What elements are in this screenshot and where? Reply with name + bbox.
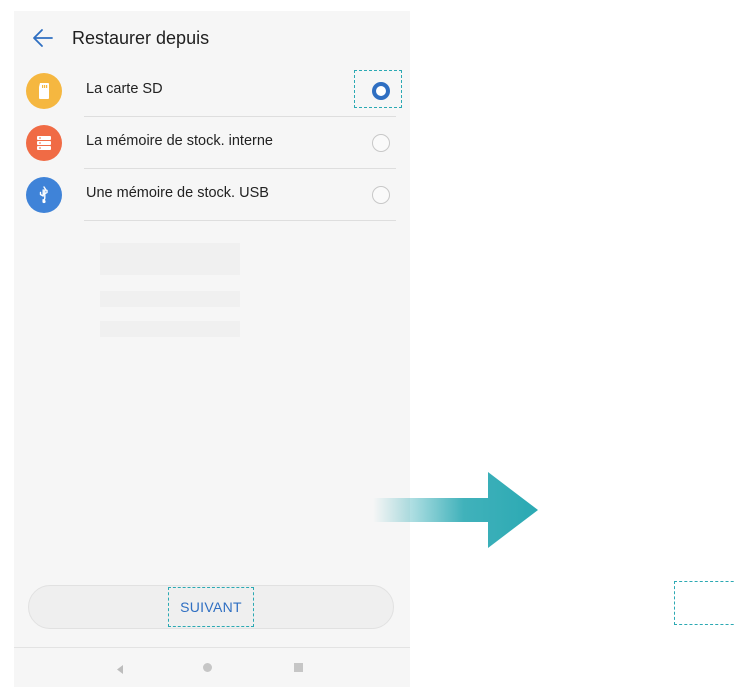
- phone-screen: Restaurer depuis La carte SD La mémoire …: [14, 11, 410, 687]
- nav-back-icon[interactable]: [115, 662, 125, 680]
- option-label: Une mémoire de stock. USB: [86, 185, 269, 201]
- watermark-block: [100, 321, 240, 337]
- highlight-next-target: [674, 581, 735, 625]
- divider: [84, 220, 396, 221]
- option-sd-card[interactable]: La carte SD: [14, 65, 410, 117]
- system-nav-bar: [14, 647, 410, 687]
- radio-unselected[interactable]: [372, 134, 390, 152]
- radio-unselected[interactable]: [372, 186, 390, 204]
- nav-recent-icon[interactable]: [294, 663, 303, 672]
- watermark-block: [100, 243, 240, 275]
- option-usb-storage[interactable]: Une mémoire de stock. USB: [14, 169, 410, 221]
- sd-card-icon: [26, 73, 62, 109]
- usb-icon: [26, 177, 62, 213]
- watermark-block: [100, 291, 240, 307]
- option-label: La carte SD: [86, 81, 163, 97]
- arrow-left-icon[interactable]: [30, 26, 56, 50]
- option-internal-storage[interactable]: La mémoire de stock. interne: [14, 117, 410, 169]
- arrow-right-icon: [373, 470, 539, 555]
- page-title: Restaurer depuis: [72, 28, 210, 48]
- internal-storage-icon: [26, 125, 62, 161]
- nav-home-icon[interactable]: [203, 663, 212, 672]
- highlight-next-button: [168, 587, 254, 627]
- header: Restaurer depuis: [14, 11, 410, 65]
- option-label: La mémoire de stock. interne: [86, 133, 273, 149]
- highlight-radio-selection: [354, 70, 402, 108]
